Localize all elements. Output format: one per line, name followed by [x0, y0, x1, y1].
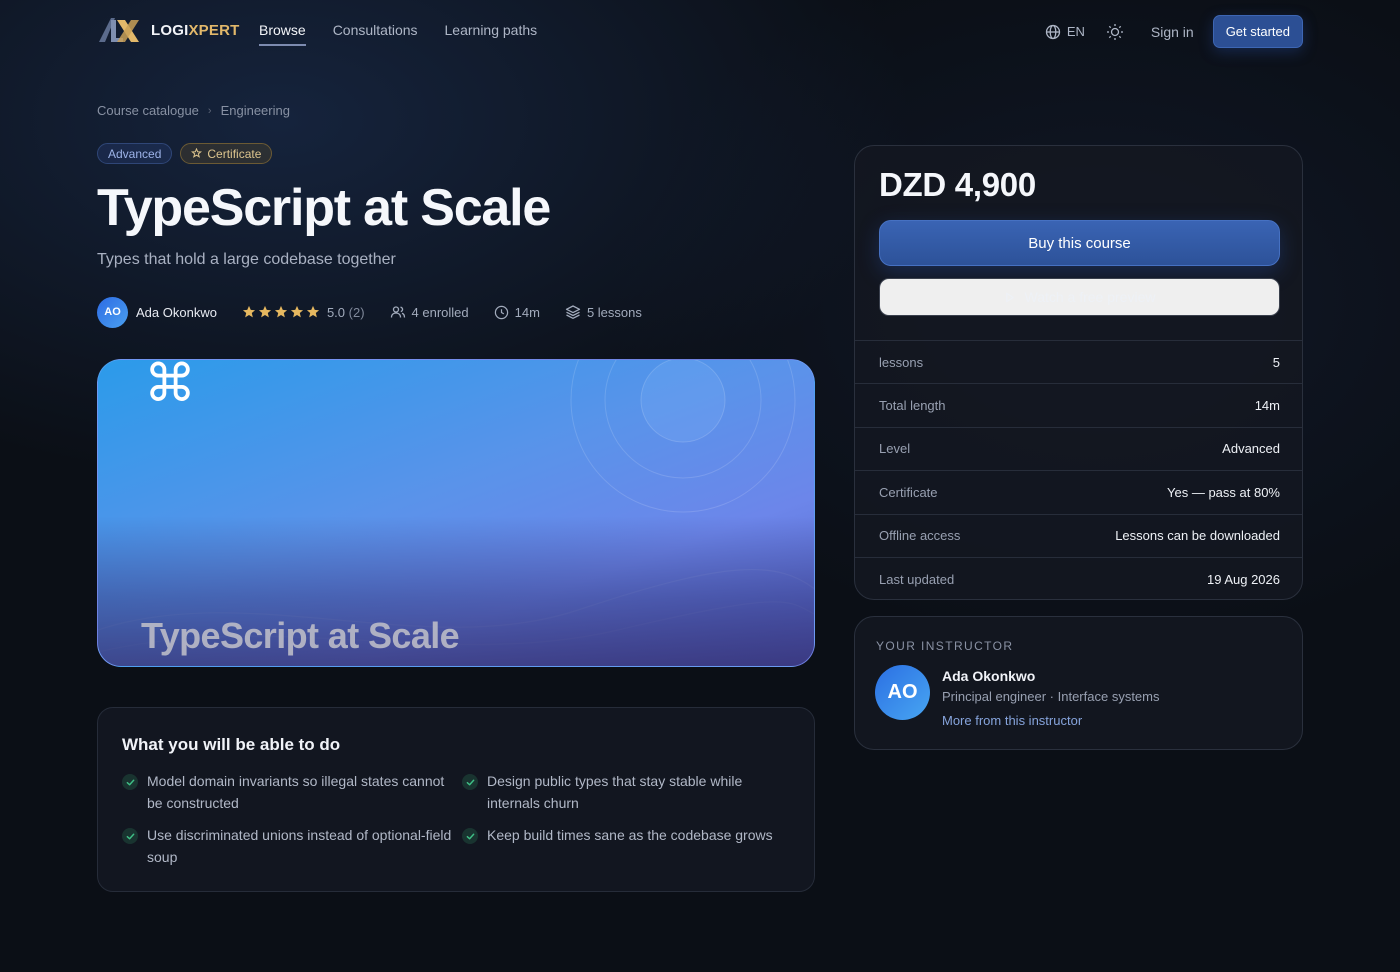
command-icon: ⌘ — [144, 359, 196, 413]
certificate-badge: Certificate — [180, 143, 273, 164]
spec-row-total-length: Total length 14m — [855, 383, 1302, 426]
spec-key: Offline access — [879, 528, 961, 544]
star-icon — [258, 305, 272, 318]
certificate-badge-label: Certificate — [207, 146, 262, 161]
spec-row-offline-access: Offline access Lessons can be downloaded — [855, 513, 1302, 557]
spec-row-last-updated: Last updated 19 Aug 2026 — [855, 556, 1302, 599]
instructor-card: YOUR INSTRUCTOR AO Ada Okonkwo Principal… — [854, 616, 1303, 750]
star-icon — [306, 305, 320, 318]
logo[interactable]: LOGIXPERT — [97, 14, 239, 46]
check-icon — [122, 828, 138, 844]
spec-value: 19 Aug 2026 — [1206, 571, 1280, 587]
brand-name: LOGIXPERT — [151, 22, 239, 39]
breadcrumb-engineering[interactable]: Engineering — [221, 103, 290, 118]
spec-value: 14m — [1254, 398, 1280, 414]
rating-stars — [242, 305, 320, 319]
sign-in-link[interactable]: Sign in — [1151, 24, 1194, 40]
spec-key: Certificate — [879, 484, 938, 500]
instructor-name[interactable]: Ada Okonkwo — [942, 668, 1035, 684]
course-badges: Advanced Certificate — [97, 143, 273, 164]
top-nav: LOGIXPERT Browse Consultations Learning … — [0, 0, 1400, 62]
outcome-item: Use discriminated unions instead of opti… — [122, 825, 452, 868]
check-icon — [462, 828, 478, 844]
instructor-role: Principal engineer · Interface systems — [942, 689, 1160, 704]
language-label: EN — [1066, 24, 1085, 39]
spec-row-level: Level Advanced — [855, 426, 1302, 470]
spec-row-lessons: lessons 5 — [855, 340, 1302, 383]
lessons-label: 5 lessons — [586, 304, 642, 320]
spec-key: lessons — [879, 354, 924, 370]
instructor-avatar[interactable]: AO — [875, 665, 930, 720]
spec-key: Level — [879, 441, 911, 457]
clock-icon — [494, 305, 508, 319]
enrolled-label: 4 enrolled — [411, 304, 469, 320]
course-specs: lessons 5 Total length 14m Level Advance… — [855, 340, 1302, 599]
sun-icon — [1106, 23, 1123, 40]
author-name[interactable]: Ada Okonkwo — [136, 305, 217, 320]
outcomes-heading: What you will be able to do — [122, 735, 341, 754]
language-selector[interactable]: EN — [1045, 24, 1085, 40]
watch-preview-button[interactable]: Watch a free preview — [879, 278, 1280, 316]
logo-mark — [99, 18, 139, 42]
outcome-text: Design public types that stay stable whi… — [487, 773, 743, 811]
outcome-item: Keep build times sane as the codebase gr… — [462, 825, 802, 847]
course-price: DZD 4,900 — [879, 166, 1036, 203]
spec-value: Yes — pass at 80% — [1167, 484, 1280, 500]
star-icon — [242, 305, 256, 318]
spec-value: 5 — [1272, 354, 1280, 370]
nav-consultations[interactable]: Consultations — [333, 22, 418, 46]
nav-actions: EN Sign in Get started — [1045, 15, 1303, 48]
rating-value: 5.0 (2) — [327, 305, 365, 320]
cover-title: TypeScript at Scale — [141, 615, 460, 656]
get-started-button[interactable]: Get started — [1212, 15, 1303, 48]
purchase-card: DZD 4,900 Buy this course Watch a free p… — [854, 145, 1303, 600]
breadcrumb: Course catalogue › Engineering — [97, 103, 290, 118]
globe-icon — [1045, 24, 1060, 39]
course-title: TypeScript at Scale — [97, 179, 551, 237]
outcome-item: Model domain invariants so illegal state… — [122, 771, 452, 814]
rating-count: (2) — [348, 304, 365, 320]
lesson-count: 5 lessons — [565, 304, 642, 320]
check-icon — [122, 774, 138, 790]
main-nav: Browse Consultations Learning paths — [259, 22, 537, 46]
course-duration: 14m — [494, 305, 540, 320]
course-subtitle: Types that hold a large codebase togethe… — [97, 251, 396, 268]
preview-label: Watch a free preview — [1024, 289, 1156, 305]
course-cover: ⌘ TypeScript at Scale — [97, 359, 815, 667]
instructor-section-label: YOUR INSTRUCTOR — [876, 639, 1014, 653]
theme-toggle[interactable] — [1105, 22, 1125, 42]
level-badge: Advanced — [97, 143, 173, 164]
outcome-item: Design public types that stay stable whi… — [462, 771, 792, 814]
spec-key: Total length — [879, 398, 946, 414]
chevron-right-icon: › — [207, 104, 212, 117]
users-icon — [390, 306, 405, 318]
more-from-instructor-link[interactable]: More from this instructor — [942, 713, 1082, 728]
spec-value: Advanced — [1222, 441, 1280, 457]
outcome-text: Keep build times sane as the codebase gr… — [487, 827, 773, 843]
spec-value: Lessons can be downloaded — [1115, 528, 1280, 544]
brand-name-part1: LOGI — [151, 21, 189, 39]
nav-learning-paths[interactable]: Learning paths — [445, 22, 538, 46]
spec-key: Last updated — [879, 571, 955, 587]
learning-outcomes: What you will be able to do Model domain… — [97, 707, 815, 892]
brand-name-part2: XPERT — [188, 21, 240, 39]
rating-score: 5.0 — [326, 304, 346, 320]
outcome-text: Model domain invariants so illegal state… — [147, 773, 445, 811]
enrolled-count: 4 enrolled — [390, 304, 469, 320]
play-icon — [1005, 292, 1014, 302]
breadcrumb-course-catalogue[interactable]: Course catalogue — [97, 103, 199, 118]
nav-browse[interactable]: Browse — [259, 22, 306, 46]
check-icon — [462, 774, 478, 790]
star-icon — [274, 305, 288, 318]
layers-icon — [565, 305, 581, 319]
spec-row-certificate: Certificate Yes — pass at 80% — [855, 470, 1302, 513]
author-avatar[interactable]: AO — [97, 296, 128, 328]
award-icon — [191, 148, 203, 158]
buy-course-button[interactable]: Buy this course — [879, 220, 1280, 266]
outcome-text: Use discriminated unions instead of opti… — [147, 827, 452, 865]
duration-label: 14m — [514, 304, 540, 320]
course-meta: AO Ada Okonkwo 5.0 (2) 4 enrolled 14m 5 … — [97, 296, 667, 328]
star-icon — [290, 305, 304, 318]
